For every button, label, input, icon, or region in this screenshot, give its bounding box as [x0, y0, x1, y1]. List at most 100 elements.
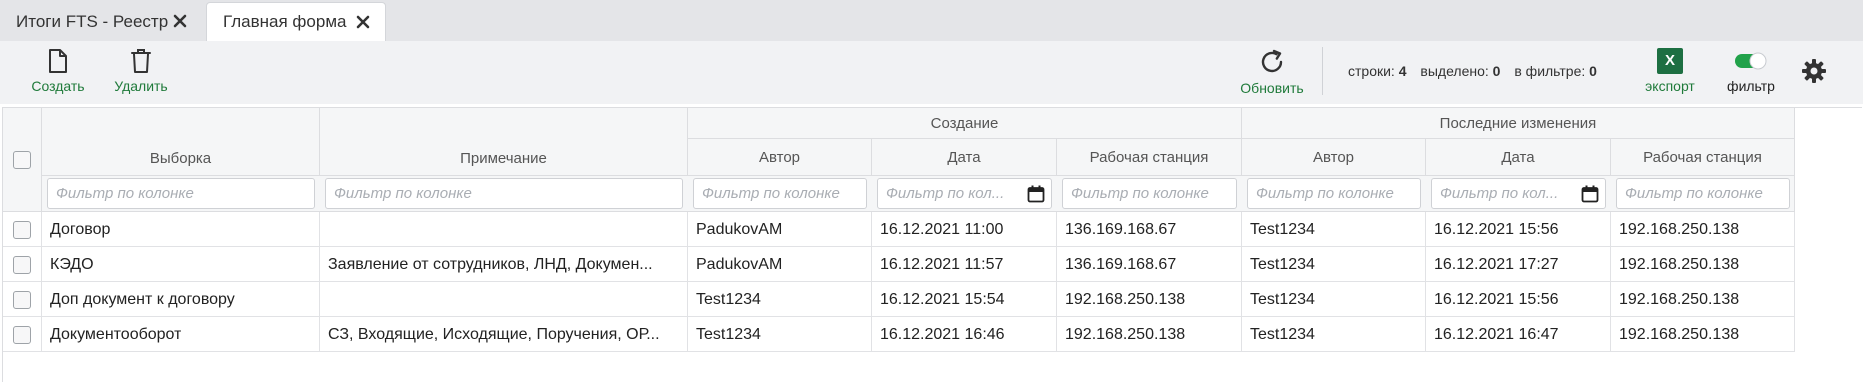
- row-select-cell: [3, 247, 42, 282]
- create-button[interactable]: Создать: [28, 48, 88, 94]
- row-checkbox[interactable]: [13, 255, 31, 274]
- cell-text: PadukovAM: [696, 220, 783, 238]
- cell-text: 16.12.2021 11:57: [880, 255, 1004, 273]
- cell-selection: КЭДО: [42, 247, 320, 282]
- cell-text: 192.168.250.138: [1065, 325, 1186, 343]
- excel-icon-letter: X: [1664, 52, 1675, 69]
- toolbar: Создать Удалить Обновить строки: 4 выдел…: [0, 41, 1863, 104]
- cell-creation-station: 136.169.168.67: [1057, 247, 1242, 282]
- refresh-button[interactable]: Обновить: [1234, 48, 1310, 96]
- toggle-switch[interactable]: [1734, 51, 1768, 71]
- cell-creation-station: 192.168.250.138: [1057, 317, 1242, 352]
- cell-note: Заявление от сотрудников, ЛНД, Докумен..…: [320, 247, 688, 282]
- cell-change-author: Test1234: [1242, 317, 1426, 352]
- table-row[interactable]: Документооборот СЗ, Входящие, Исходящие,…: [3, 317, 1795, 352]
- column-header-creation-author[interactable]: Автор: [688, 139, 872, 176]
- calendar-icon[interactable]: [1581, 185, 1599, 203]
- cell-change-station: 192.168.250.138: [1611, 212, 1795, 247]
- cell-text: PadukovAM: [696, 255, 783, 273]
- cell-text: 192.168.250.138: [1619, 255, 1740, 273]
- filter-input-change-date[interactable]: [1431, 178, 1606, 209]
- tab-itogi-fts-reestr[interactable]: Итоги FTS - Реестр: [0, 2, 202, 41]
- column-header-creation-station[interactable]: Рабочая станция: [1057, 139, 1242, 176]
- cell-creation-date: 16.12.2021 15:54: [872, 282, 1057, 317]
- row-select-cell: [3, 317, 42, 352]
- table-row[interactable]: Договор PadukovAM 16.12.2021 11:00 136.1…: [3, 212, 1795, 247]
- cell-selection: Доп документ к договору: [42, 282, 320, 317]
- cell-creation-date: 16.12.2021 16:46: [872, 317, 1057, 352]
- export-button[interactable]: X экспорт: [1639, 48, 1701, 94]
- cell-text: 16.12.2021 15:56: [1434, 290, 1559, 308]
- column-header-label: Дата: [947, 148, 981, 166]
- cell-change-date: 16.12.2021 15:56: [1426, 212, 1611, 247]
- delete-button[interactable]: Удалить: [110, 48, 172, 94]
- filter-toggle[interactable]: фильтр: [1720, 48, 1782, 94]
- column-header-note[interactable]: Примечание: [320, 108, 688, 176]
- column-header-label: Автор: [758, 148, 801, 166]
- filter-input-change-author[interactable]: [1247, 178, 1421, 209]
- column-header-change-date[interactable]: Дата: [1426, 139, 1611, 176]
- cell-text: 136.169.168.67: [1065, 255, 1177, 273]
- rows-label: строки:: [1348, 63, 1395, 79]
- cell-text: Заявление от сотрудников, ЛНД, Докумен..…: [328, 255, 653, 273]
- create-label: Создать: [31, 78, 85, 94]
- column-header-change-author[interactable]: Автор: [1242, 139, 1426, 176]
- calendar-icon[interactable]: [1027, 185, 1045, 203]
- filter-input-selection[interactable]: [47, 178, 315, 209]
- cell-text: 16.12.2021 16:47: [1434, 325, 1559, 343]
- row-checkbox[interactable]: [13, 290, 31, 309]
- cell-change-station: 192.168.250.138: [1611, 317, 1795, 352]
- cell-text: 16.12.2021 16:46: [880, 325, 1005, 343]
- filter-input-creation-date[interactable]: [877, 178, 1052, 209]
- rows-count: 4: [1398, 63, 1407, 79]
- column-header-selection[interactable]: Выборка: [42, 108, 320, 176]
- cell-note: СЗ, Входящие, Исходящие, Поручения, ОР..…: [320, 317, 688, 352]
- filter-input-note[interactable]: [325, 178, 683, 209]
- gear-icon[interactable]: [1801, 58, 1827, 84]
- cell-text: 16.12.2021 17:27: [1434, 255, 1559, 273]
- cell-change-station: 192.168.250.138: [1611, 282, 1795, 317]
- refresh-icon: [1261, 49, 1283, 73]
- refresh-label: Обновить: [1240, 80, 1304, 96]
- close-icon[interactable]: [172, 13, 188, 29]
- document-icon: [49, 49, 67, 73]
- cell-change-date: 16.12.2021 17:27: [1426, 247, 1611, 282]
- data-grid: Выборка Примечание Создание Последние из…: [2, 107, 1862, 382]
- cell-creation-date: 16.12.2021 11:00: [872, 212, 1057, 247]
- cell-text: Договор: [50, 220, 111, 238]
- column-header-label: Примечание: [460, 150, 547, 167]
- row-checkbox[interactable]: [13, 220, 31, 239]
- table-row[interactable]: Доп документ к договору Test1234 16.12.2…: [3, 282, 1795, 317]
- cell-text: 192.168.250.138: [1619, 220, 1740, 238]
- cell-note: [320, 212, 688, 247]
- column-header-change-station[interactable]: Рабочая станция: [1611, 139, 1795, 176]
- tab-label: Главная форма: [223, 12, 347, 31]
- row-stats: строки: 4 выделено: 0 в фильтре: 0: [1348, 63, 1607, 79]
- excel-icon: X: [1657, 48, 1683, 74]
- cell-change-author: Test1234: [1242, 282, 1426, 317]
- tab-main-form[interactable]: Главная форма: [206, 2, 386, 41]
- cell-text: 16.12.2021 15:56: [1434, 220, 1559, 238]
- in-filter-count: 0: [1589, 63, 1597, 79]
- cell-text: Test1234: [1250, 325, 1315, 343]
- filter-input-change-station[interactable]: [1616, 178, 1790, 209]
- column-header-creation-date[interactable]: Дата: [872, 139, 1057, 176]
- cell-text: 192.168.250.138: [1619, 325, 1740, 343]
- cell-text: 136.169.168.67: [1065, 220, 1177, 238]
- cell-text: СЗ, Входящие, Исходящие, Поручения, ОР..…: [328, 325, 660, 343]
- filter-input-creation-author[interactable]: [693, 178, 867, 209]
- cell-note: [320, 282, 688, 317]
- cell-text: Документооборот: [50, 325, 182, 343]
- cell-text: Test1234: [696, 325, 761, 343]
- group-header-label: Создание: [930, 114, 999, 132]
- row-checkbox[interactable]: [13, 325, 31, 344]
- filter-input-creation-station[interactable]: [1062, 178, 1237, 209]
- table-row[interactable]: КЭДО Заявление от сотрудников, ЛНД, Доку…: [3, 247, 1795, 282]
- cell-creation-date: 16.12.2021 11:57: [872, 247, 1057, 282]
- close-icon[interactable]: [355, 14, 371, 30]
- cell-text: Test1234: [696, 290, 761, 308]
- select-all-checkbox[interactable]: [13, 150, 31, 169]
- cell-text: 192.168.250.138: [1619, 290, 1740, 308]
- cell-change-author: Test1234: [1242, 212, 1426, 247]
- cell-text: 16.12.2021 11:00: [880, 220, 1004, 238]
